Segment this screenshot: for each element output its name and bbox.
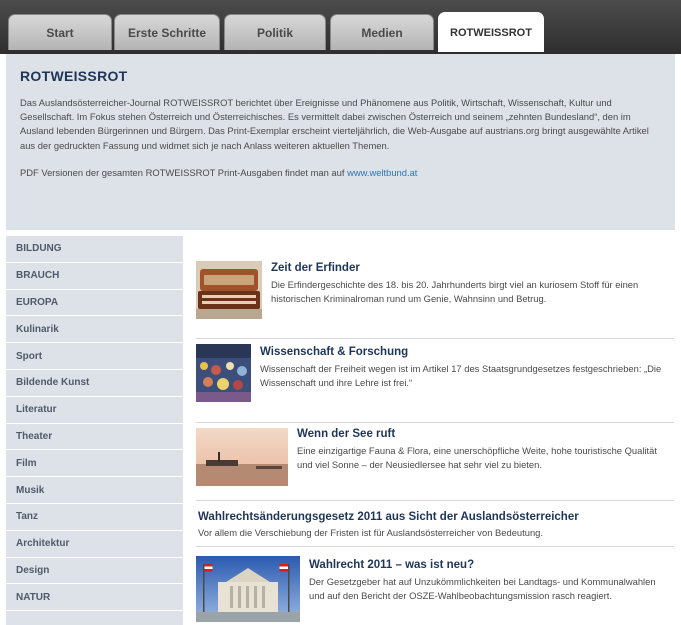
lake-thumbnail[interactable] [196, 428, 288, 486]
article-teaser: Vor allem die Verschiebung der Fristen i… [198, 527, 543, 538]
parliament-thumbnail[interactable] [196, 556, 300, 622]
tab-bar: Start Erste Schritte Politik Medien ROTW… [0, 0, 681, 54]
article-teaser: Die Erfindergeschichte des 18. bis 20. J… [271, 279, 639, 304]
sidebar-item-musik[interactable]: Musik [6, 477, 183, 504]
page-title: ROTWEISSROT [20, 68, 128, 84]
article-title[interactable]: Wissenschaft & Forschung [260, 346, 408, 358]
intro-panel: ROTWEISSROT Das Auslandsösterreicher-Jou… [6, 54, 675, 230]
article-title[interactable]: Wahlrechtsänderungsgesetz 2011 aus Sicht… [198, 511, 579, 523]
tab-medien[interactable]: Medien [330, 14, 434, 50]
article-teaser: Wissenschaft der Freiheit wegen ist im A… [260, 363, 662, 388]
article-teaser: Eine einzigartige Fauna & Flora, eine un… [297, 445, 657, 470]
article-title[interactable]: Wahlrecht 2011 – was ist neu? [309, 559, 474, 571]
tab-start[interactable]: Start [8, 14, 112, 50]
sidebar-item-architektur[interactable]: Architektur [6, 531, 183, 558]
article-teaser: Der Gesetzgeber hat auf Unzukömmlichkeit… [309, 576, 656, 601]
article-wahlrecht-2011[interactable]: Wahlrecht 2011 – was ist neu? Der Gesetz… [196, 554, 674, 624]
sidebar-item-bildende-kunst[interactable]: Bildende Kunst [6, 370, 183, 397]
pdf-note: PDF Versionen der gesamten ROTWEISSROT P… [20, 167, 661, 178]
article-wenn-der-see-ruft[interactable]: Wenn der See ruft Eine einzigartige Faun… [196, 424, 674, 501]
pdf-note-text: PDF Versionen der gesamten ROTWEISSROT P… [20, 166, 345, 178]
tab-erste-schritte[interactable]: Erste Schritte [114, 14, 220, 50]
article-list: Zeit der Erfinder Die Erfindergeschichte… [196, 236, 676, 625]
sidebar-item-tanz[interactable]: Tanz [6, 504, 183, 531]
intro-text: Das Auslandsösterreicher-Journal ROTWEIS… [20, 97, 649, 151]
article-wissenschaft-forschung[interactable]: Wissenschaft & Forschung Wissenschaft de… [196, 340, 674, 423]
article-wahlrechtsaenderungsgesetz[interactable]: Wahlrechtsänderungsgesetz 2011 aus Sicht… [196, 502, 674, 547]
typewriter-thumbnail[interactable] [196, 261, 262, 319]
weltbund-link[interactable]: www.weltbund.at [347, 167, 417, 178]
sidebar-item-europa[interactable]: EUROPA [6, 290, 183, 317]
sidebar-item-bildung[interactable]: BILDUNG [6, 236, 183, 263]
sidebar-item-sport[interactable]: Sport [6, 343, 183, 370]
tab-politik[interactable]: Politik [224, 14, 326, 50]
sidebar-item-film[interactable]: Film [6, 450, 183, 478]
sidebar-item-design[interactable]: Design [6, 558, 183, 585]
tab-rotweissrot[interactable]: ROTWEISSROT [438, 12, 544, 52]
sidebar: BILDUNG BRAUCH EUROPA Kulinarik Sport Bi… [6, 236, 183, 625]
sidebar-item-natur[interactable]: NATUR [6, 584, 183, 612]
article-zeit-der-erfinder[interactable]: Zeit der Erfinder Die Erfindergeschichte… [196, 256, 674, 339]
sidebar-item-brauch[interactable]: BRAUCH [6, 263, 183, 290]
sidebar-item-theater[interactable]: Theater [6, 424, 183, 451]
sidebar-item-literatur[interactable]: Literatur [6, 397, 183, 424]
article-title[interactable]: Zeit der Erfinder [271, 262, 360, 274]
article-title[interactable]: Wenn der See ruft [297, 428, 395, 440]
sidebar-item-kulinarik[interactable]: Kulinarik [6, 316, 183, 344]
crowd-thumbnail[interactable] [196, 344, 251, 402]
